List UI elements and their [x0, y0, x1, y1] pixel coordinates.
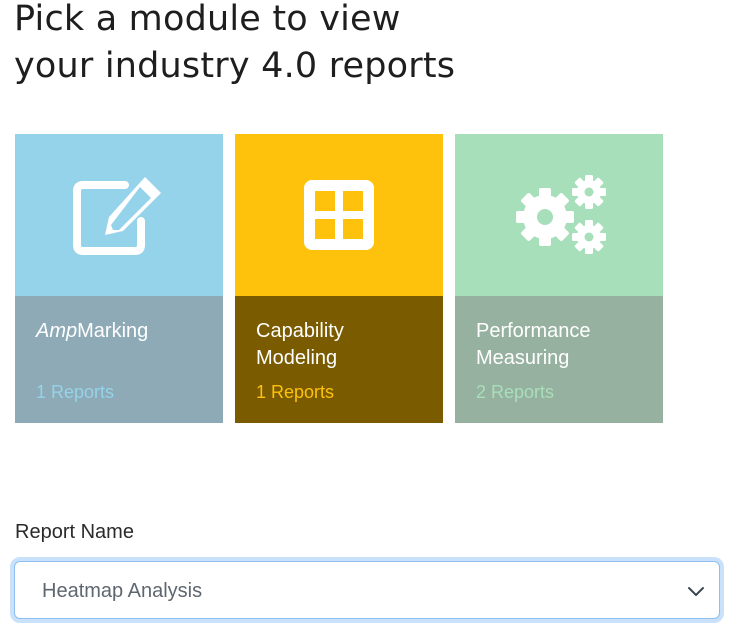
module-name-line-2: Modeling: [256, 347, 338, 369]
report-name-label: Report Name: [15, 521, 134, 543]
page-title: Pick a module to view your industry 4.0 …: [14, 0, 534, 90]
module-report-count: 2 Reports: [476, 382, 555, 402]
gears-icon: [516, 175, 606, 254]
module-card-capability-modeling[interactable]: Capability Modeling 1 Reports: [235, 134, 443, 423]
module-name: Performance Measuring: [476, 318, 642, 372]
module-card-footer: Performance Measuring 2 Reports: [455, 296, 663, 423]
chevron-down-icon: [688, 587, 704, 596]
module-card-footer: Capability Modeling 1 Reports: [235, 296, 443, 423]
report-name-selected-value: Heatmap Analysis: [42, 580, 203, 602]
module-card-header: [455, 134, 663, 296]
module-name-italic: Amp: [36, 320, 78, 342]
module-report-count: 1 Reports: [36, 382, 115, 402]
module-list: AmpMarking 1 Reports Capability Modeling…: [15, 134, 663, 423]
module-report-count: 1 Reports: [256, 382, 335, 402]
page-title-line-1: Pick a module to view: [14, 0, 401, 39]
grid-icon: [304, 180, 374, 250]
module-card-header: [235, 134, 443, 296]
module-card-performance-measuring[interactable]: Performance Measuring 2 Reports: [455, 134, 663, 423]
module-card-header: [15, 134, 223, 296]
report-name-select[interactable]: Heatmap Analysis: [14, 561, 720, 619]
edit-icon: [73, 177, 161, 255]
module-card-footer: AmpMarking 1 Reports: [15, 296, 223, 423]
page-title-line-2: your industry 4.0 reports: [14, 46, 456, 86]
module-name-line-2: Measuring: [476, 347, 570, 369]
module-card-ampmarking[interactable]: AmpMarking 1 Reports: [15, 134, 223, 423]
module-name-line-1: Capability: [256, 320, 344, 342]
module-name: Capability Modeling: [256, 318, 422, 372]
module-name-line-1: Performance: [476, 320, 591, 342]
module-name: AmpMarking: [36, 318, 202, 345]
module-name-rest: Marking: [77, 320, 149, 342]
